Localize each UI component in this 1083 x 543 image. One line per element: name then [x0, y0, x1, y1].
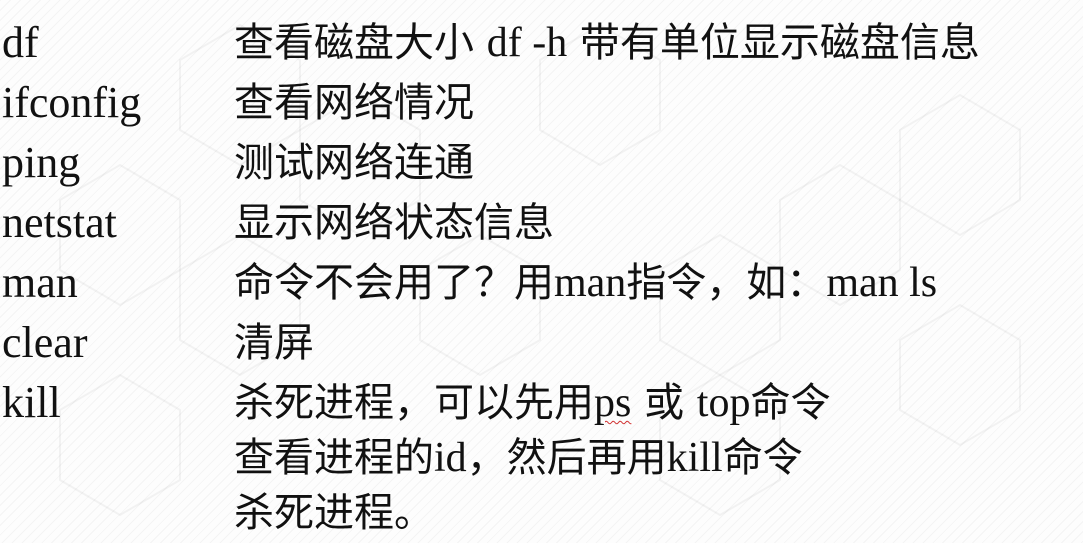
command-description: 测试网络连通 — [234, 140, 474, 186]
command-name: kill — [2, 378, 61, 427]
command-description: 杀死进程，可以先用ps 或 top命令 — [234, 380, 831, 426]
command-description: 查看磁盘大小 df -h 带有单位显示磁盘信息 — [234, 20, 980, 66]
command-description: 查看网络情况 — [234, 80, 474, 126]
command-description: 显示网络状态信息 — [234, 200, 554, 246]
command-description: 命令不会用了？用man指令，如：man ls — [234, 260, 938, 306]
command-name: clear — [2, 318, 88, 367]
command-name: ifconfig — [2, 78, 142, 127]
command-description: 清屏 — [234, 320, 314, 366]
command-name: man — [2, 258, 78, 307]
command-name: df — [2, 18, 39, 67]
command-name: ping — [2, 138, 81, 187]
command-description-continued: 查看进程的id，然后再用kill命令 — [234, 435, 803, 481]
command-name: netstat — [2, 198, 117, 247]
command-description-continued: 杀死进程。 — [234, 490, 434, 536]
